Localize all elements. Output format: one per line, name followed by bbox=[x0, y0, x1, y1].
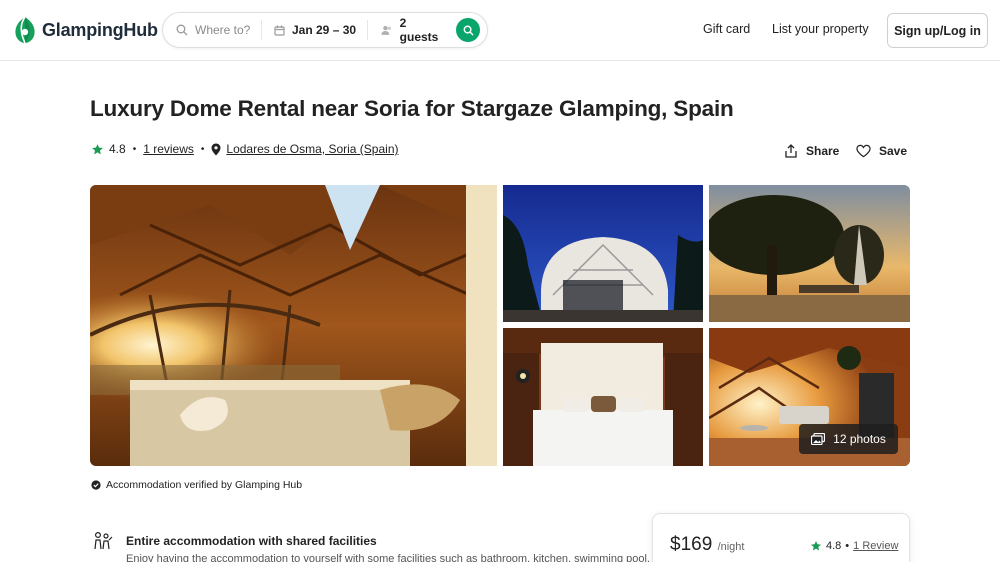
gallery-photo-3[interactable] bbox=[709, 185, 910, 322]
separator-dot: • bbox=[845, 540, 850, 552]
calendar-icon bbox=[274, 25, 285, 36]
logo[interactable]: GlampingHub bbox=[12, 16, 158, 44]
card-reviews-link[interactable]: 1 Review bbox=[853, 540, 898, 552]
dates-field[interactable]: Jan 29 – 30 bbox=[261, 20, 367, 40]
gallery-photo-4[interactable] bbox=[503, 328, 703, 466]
top-header: GlampingHub Where to? Jan 29 – 30 2 gues… bbox=[0, 0, 1000, 61]
people-icon bbox=[381, 25, 392, 35]
price-value: $169 bbox=[670, 534, 713, 555]
show-all-photos-button[interactable]: 12 photos bbox=[799, 424, 898, 454]
guests-value: 2 guests bbox=[399, 16, 439, 44]
booking-card: $169 /night 4.8 • 1 Review bbox=[652, 513, 910, 562]
share-label: Share bbox=[806, 144, 840, 158]
check-badge-icon bbox=[91, 480, 101, 490]
gallery-photo-2[interactable] bbox=[503, 185, 703, 322]
verified-text: Accommodation verified by Glamping Hub bbox=[106, 479, 303, 491]
rating-value: 4.8 bbox=[109, 142, 126, 156]
price-unit: /night bbox=[717, 541, 745, 553]
gift-card-link[interactable]: Gift card bbox=[703, 22, 750, 36]
dome-interior-image bbox=[90, 185, 497, 466]
search-submit-button[interactable] bbox=[456, 18, 480, 42]
feature-item: Entire accommodation with shared facilit… bbox=[92, 531, 650, 562]
page-title: Luxury Dome Rental near Soria for Starga… bbox=[90, 96, 734, 121]
location-link[interactable]: Lodares de Osma, Soria (Spain) bbox=[226, 142, 398, 156]
heart-icon bbox=[856, 144, 871, 158]
photos-count-label: 12 photos bbox=[833, 432, 886, 446]
dates-value: Jan 29 – 30 bbox=[292, 23, 357, 37]
nightly-price: $169 /night bbox=[670, 534, 744, 556]
guests-field[interactable]: 2 guests bbox=[367, 16, 447, 44]
photos-icon bbox=[811, 433, 826, 445]
list-property-link[interactable]: List your property bbox=[772, 22, 869, 36]
leaf-logo-icon bbox=[15, 16, 35, 44]
feature-title: Entire accommodation with shared facilit… bbox=[126, 534, 377, 548]
where-field[interactable]: Where to? bbox=[163, 20, 261, 40]
verified-note: Accommodation verified by Glamping Hub bbox=[91, 479, 302, 491]
feature-text: Entire accommodation with shared facilit… bbox=[126, 531, 650, 562]
save-button[interactable]: Save bbox=[856, 144, 907, 158]
listing-meta: 4.8 • 1 reviews • Lodares de Osma, Soria… bbox=[91, 141, 399, 157]
star-icon bbox=[92, 143, 103, 154]
separator-dot: • bbox=[200, 143, 205, 155]
share-button[interactable]: Share bbox=[784, 144, 839, 158]
logo-text: GlampingHub bbox=[42, 19, 158, 40]
tree-sunset-image bbox=[709, 185, 910, 322]
location-pin-icon bbox=[211, 143, 221, 155]
photo-gallery[interactable] bbox=[90, 185, 910, 466]
star-icon bbox=[811, 541, 821, 551]
dome-exterior-night-image bbox=[503, 185, 703, 322]
card-rating: 4.8 • 1 Review bbox=[810, 540, 898, 552]
family-icon bbox=[94, 531, 113, 550]
save-label: Save bbox=[879, 144, 908, 158]
main-photo[interactable] bbox=[90, 185, 497, 466]
where-placeholder: Where to? bbox=[195, 23, 251, 37]
search-icon bbox=[176, 24, 188, 36]
feature-description: Enjoy having the accommodation to yourse… bbox=[126, 553, 650, 562]
search-bar[interactable]: Where to? Jan 29 – 30 2 guests bbox=[162, 12, 488, 48]
bedroom-image bbox=[503, 328, 703, 466]
reviews-link[interactable]: 1 reviews bbox=[143, 142, 194, 156]
card-rating-value: 4.8 bbox=[826, 540, 842, 552]
separator-dot: • bbox=[132, 143, 137, 155]
search-icon bbox=[463, 25, 474, 36]
share-icon bbox=[785, 144, 797, 158]
signup-login-button[interactable]: Sign up/Log in bbox=[887, 13, 988, 48]
